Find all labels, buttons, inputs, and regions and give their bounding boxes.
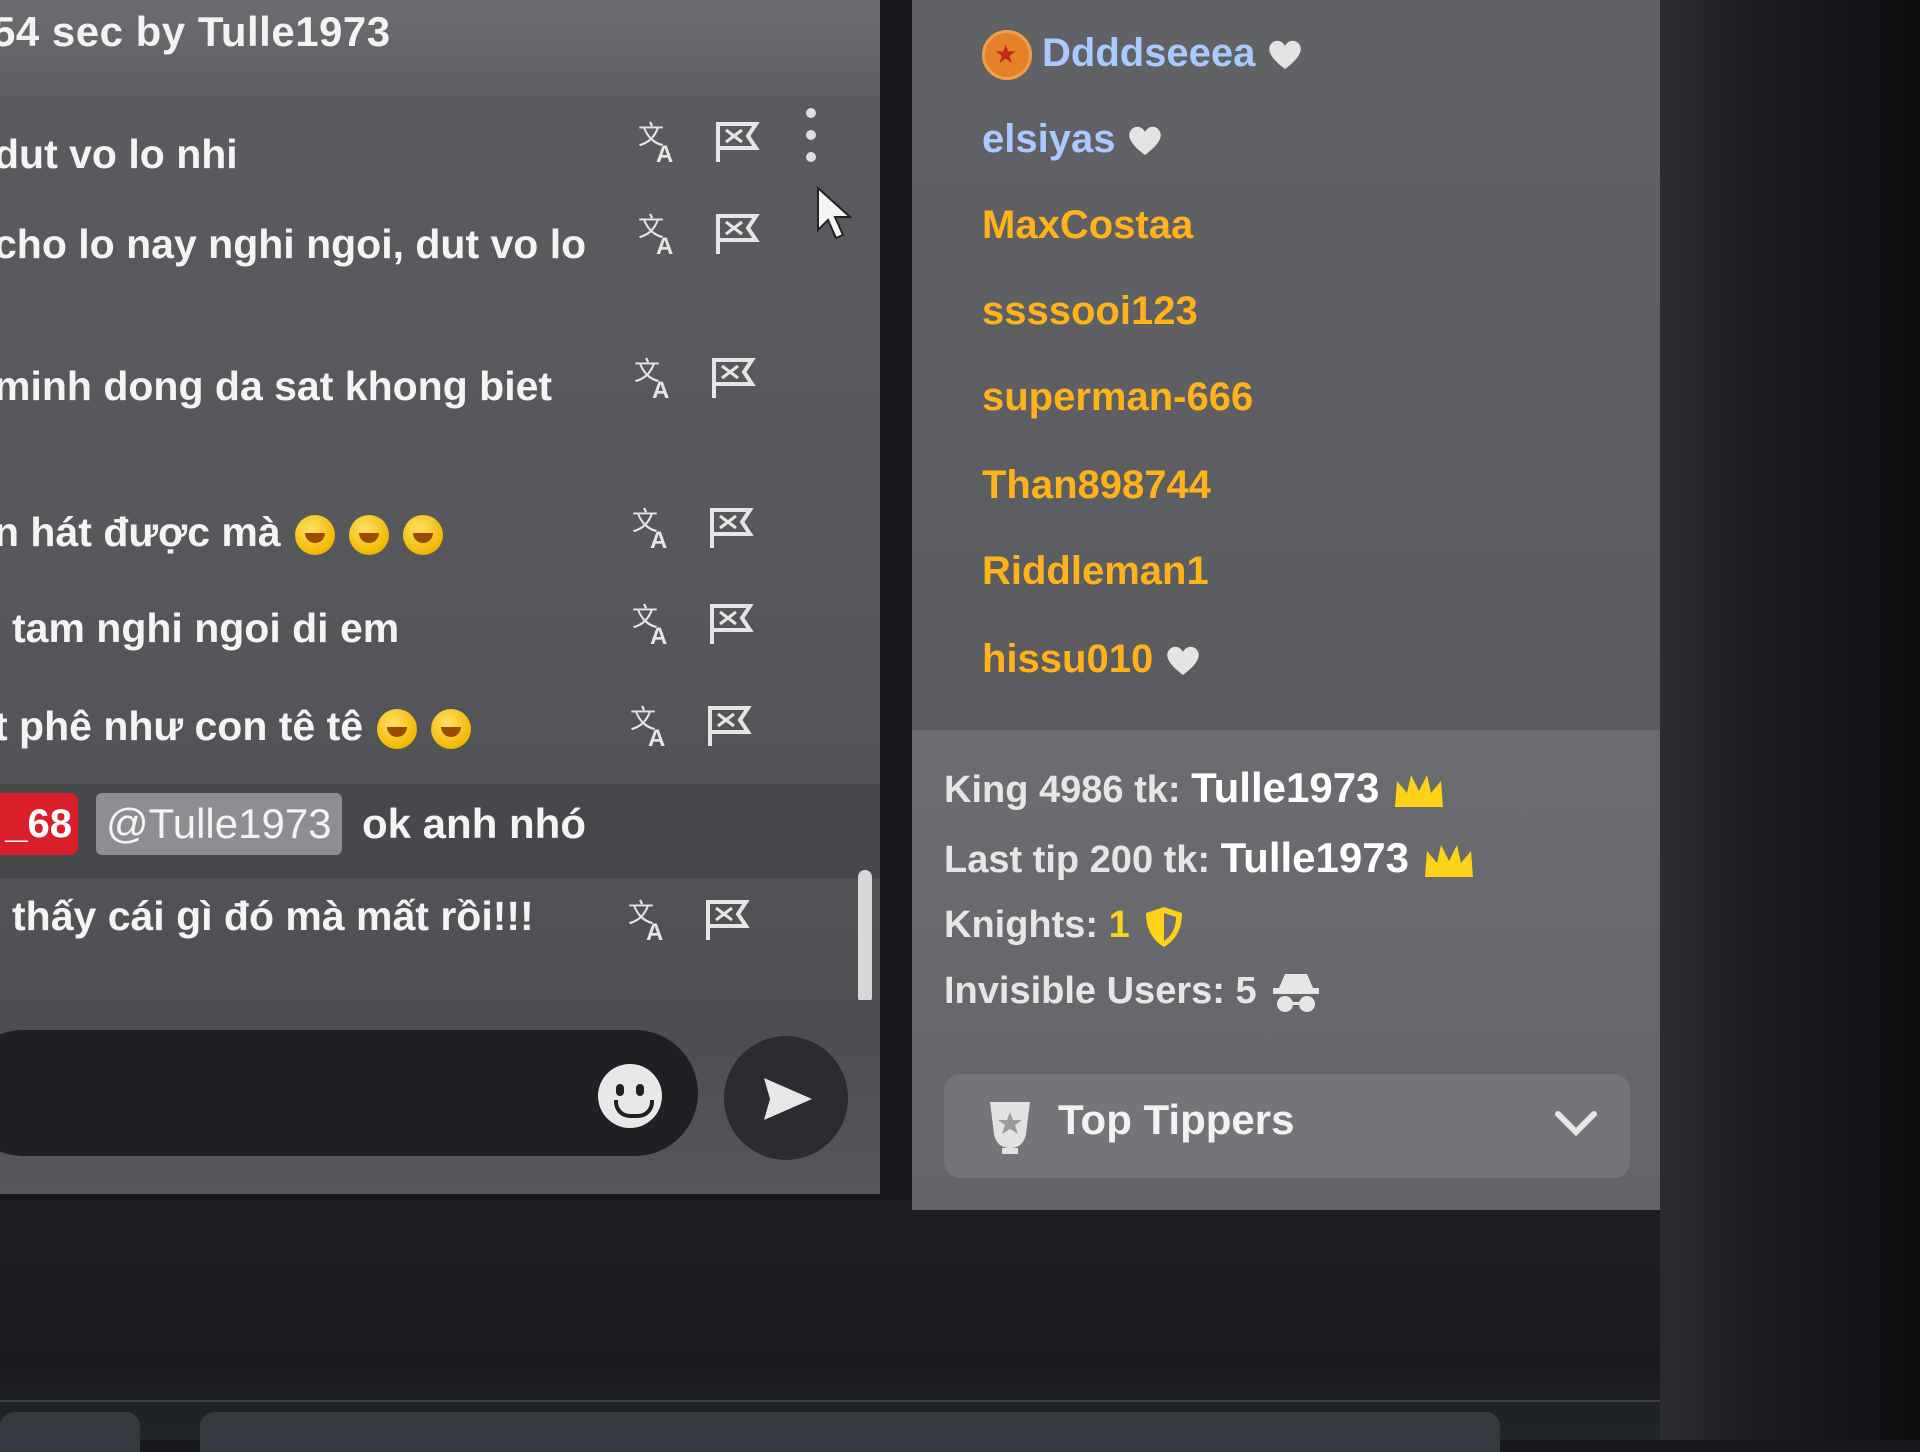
- user-item[interactable]: MaxCostaa: [982, 190, 1193, 260]
- king-stat: King 4986 tk: Tulle1973: [944, 764, 1445, 812]
- screen-background: [0, 1200, 1660, 1440]
- bottom-bar: [200, 1412, 1500, 1452]
- laughing-emoji-icon: [431, 709, 472, 750]
- last-tip-username[interactable]: Tulle1973: [1221, 834, 1409, 881]
- last-tip-stat: Last tip 200 tk: Tulle1973: [944, 834, 1475, 882]
- top-tippers-label: Top Tippers: [1058, 1096, 1295, 1143]
- heart-icon: [1269, 41, 1302, 70]
- chat-header: 54 sec by Tulle1973: [0, 0, 880, 96]
- chevron-down-icon: [1555, 1111, 1597, 1137]
- king-username[interactable]: Tulle1973: [1191, 764, 1379, 811]
- invisible-label: Invisible Users:: [944, 970, 1225, 1012]
- message-text-content: t phê như con tê tê: [0, 703, 364, 749]
- report-flag-icon[interactable]: [706, 600, 756, 648]
- knights-stat: Knights: 1: [944, 904, 1184, 949]
- translate-icon[interactable]: 文A: [630, 504, 678, 552]
- username: Ddddseeea: [1042, 31, 1256, 75]
- knights-label: Knights:: [944, 904, 1099, 946]
- user-item[interactable]: Riddleman1: [982, 536, 1209, 606]
- user-list-panel: Ddddseeea elsiyas MaxCostaa ssssooi123 s…: [912, 0, 1660, 1210]
- message-text: thấy cái gì đó mà mất rồi!!!: [12, 893, 534, 939]
- username: MaxCostaa: [982, 203, 1194, 247]
- invisible-users-stat: Invisible Users: 5: [944, 970, 1321, 1014]
- report-flag-icon[interactable]: [702, 896, 752, 944]
- message-text: t phê như con tê tê: [0, 696, 472, 756]
- svg-text:A: A: [656, 141, 673, 166]
- user-item[interactable]: superman-666: [982, 362, 1253, 432]
- svg-text:A: A: [648, 725, 665, 750]
- star-badge-icon: [982, 19, 1032, 89]
- user-item[interactable]: elsiyas: [982, 104, 1163, 174]
- heart-icon: [1167, 647, 1199, 676]
- chat-panel: 54 sec by Tulle1973 dut vo lo nhi cho lo…: [0, 0, 880, 1194]
- username: Riddleman1: [982, 549, 1209, 593]
- username: Than898744: [982, 463, 1212, 507]
- top-tippers-dropdown[interactable]: Top Tippers: [944, 1074, 1630, 1178]
- crown-icon: [1395, 774, 1444, 807]
- svg-text:A: A: [652, 377, 669, 402]
- user-item[interactable]: Than898744: [982, 450, 1211, 520]
- user-item[interactable]: ssssooi123: [982, 276, 1198, 346]
- username: superman-666: [982, 375, 1254, 419]
- user-item[interactable]: hissu010: [982, 624, 1201, 694]
- laughing-emoji-icon: [377, 709, 418, 750]
- translate-icon[interactable]: 文A: [636, 210, 684, 258]
- translate-icon[interactable]: 文A: [632, 354, 680, 402]
- report-flag-icon[interactable]: [712, 118, 762, 166]
- report-flag-icon[interactable]: [704, 702, 754, 750]
- message-text-content: n hát được mà: [0, 509, 281, 555]
- message-text: cho lo nay nghi ngoi, dut vo lo: [0, 221, 587, 267]
- user-badge[interactable]: _68: [0, 793, 78, 855]
- translate-icon[interactable]: 文A: [630, 600, 678, 648]
- report-flag-icon[interactable]: [706, 504, 756, 552]
- username: elsiyas: [982, 117, 1116, 161]
- report-flag-icon[interactable]: [712, 210, 762, 258]
- report-flag-icon[interactable]: [708, 354, 758, 402]
- smiley-icon[interactable]: [598, 1064, 662, 1128]
- translate-icon[interactable]: 文A: [626, 896, 674, 944]
- user-list: Ddddseeea elsiyas MaxCostaa ssssooi123 s…: [912, 0, 1660, 730]
- username: ssssooi123: [982, 289, 1198, 333]
- knights-count: 1: [1108, 904, 1130, 946]
- bottom-tab[interactable]: [0, 1412, 140, 1452]
- heart-icon: [1129, 127, 1162, 156]
- shield-icon: [1145, 906, 1182, 947]
- message-text: dut vo lo nhi: [0, 131, 238, 177]
- message-text: ok anh nhó: [362, 800, 586, 847]
- username: hissu010: [982, 637, 1154, 681]
- divider: [0, 1400, 1660, 1402]
- chat-message-input[interactable]: [0, 1030, 698, 1156]
- svg-text:A: A: [646, 919, 663, 944]
- mention-chip[interactable]: @Tulle1973: [96, 793, 342, 855]
- user-item[interactable]: Ddddseeea: [982, 18, 1303, 89]
- svg-text:A: A: [656, 233, 673, 258]
- send-button[interactable]: [724, 1036, 848, 1160]
- last-tip-label: Last tip 200 tk:: [944, 839, 1211, 881]
- translate-icon[interactable]: 文A: [636, 118, 684, 166]
- laughing-emoji-icon: [402, 515, 443, 556]
- mouse-cursor-icon: [817, 186, 853, 240]
- message-text: tam nghi ngoi di em: [12, 605, 400, 651]
- trophy-icon: [990, 1102, 1030, 1154]
- laughing-emoji-icon: [348, 515, 389, 556]
- crown-icon: [1424, 844, 1473, 877]
- svg-text:A: A: [650, 527, 667, 552]
- spy-icon: [1272, 973, 1319, 1012]
- message-text: minh dong da sat khong biet: [0, 363, 553, 409]
- svg-text:A: A: [650, 623, 667, 648]
- scrollbar[interactable]: [858, 870, 872, 1004]
- monitor-bezel: [1660, 0, 1920, 1440]
- message-text: n hát được mà: [0, 502, 443, 562]
- send-icon: [764, 1078, 812, 1120]
- laughing-emoji-icon: [294, 515, 335, 556]
- tip-notice: 54 sec by Tulle1973: [0, 8, 391, 55]
- translate-icon[interactable]: 文A: [628, 702, 676, 750]
- invisible-count: 5: [1235, 970, 1257, 1012]
- king-label: King 4986 tk:: [944, 769, 1181, 811]
